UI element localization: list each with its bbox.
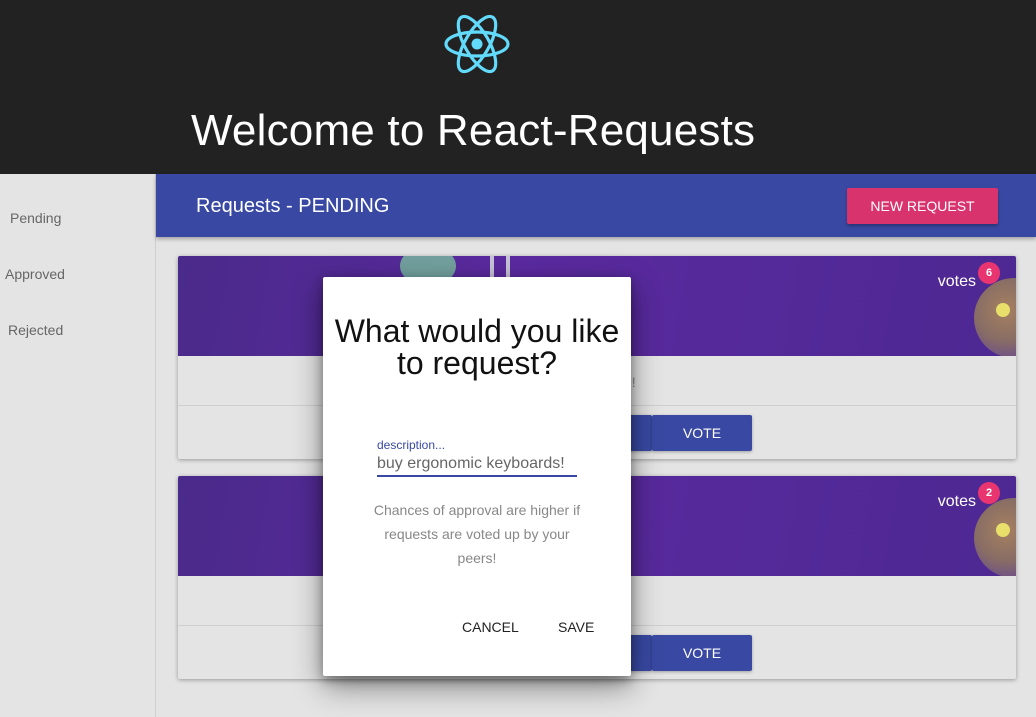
dialog-title: What would you like to request?: [334, 313, 620, 381]
react-logo-icon: [444, 14, 510, 74]
save-button[interactable]: SAVE: [558, 619, 594, 635]
vote-count-badge: 6: [978, 262, 1000, 284]
sidebar-item-approved[interactable]: Approved: [5, 266, 65, 282]
app-bar: Requests - PENDING NEW REQUEST: [156, 174, 1036, 237]
cancel-button[interactable]: CANCEL: [462, 619, 519, 635]
page-title: Requests - PENDING: [196, 195, 390, 217]
vote-count-badge: 2: [978, 482, 1000, 504]
card-orb-image: [974, 498, 1016, 576]
card-orb-dot: [996, 303, 1010, 317]
card-orb-dot: [996, 523, 1010, 537]
description-input[interactable]: [377, 453, 577, 477]
app-title: Welcome to React-Requests: [191, 106, 756, 155]
sidebar-item-rejected[interactable]: Rejected: [8, 322, 63, 338]
card-orb-image: [974, 278, 1016, 356]
votes-label: votes: [937, 493, 976, 510]
votes-label: votes: [937, 273, 976, 290]
sidebar-item-pending[interactable]: Pending: [10, 210, 61, 226]
new-request-dialog: What would you like to request? descript…: [323, 277, 631, 676]
top-header: Welcome to React-Requests: [0, 0, 1036, 174]
new-request-button[interactable]: NEW REQUEST: [847, 188, 998, 224]
vote-button[interactable]: VOTE: [652, 415, 752, 451]
sidebar: Pending Approved Rejected: [0, 174, 156, 717]
vote-button[interactable]: VOTE: [652, 635, 752, 671]
description-label: description...: [377, 438, 446, 452]
dialog-hint: Chances of approval are higher if reques…: [373, 502, 581, 566]
